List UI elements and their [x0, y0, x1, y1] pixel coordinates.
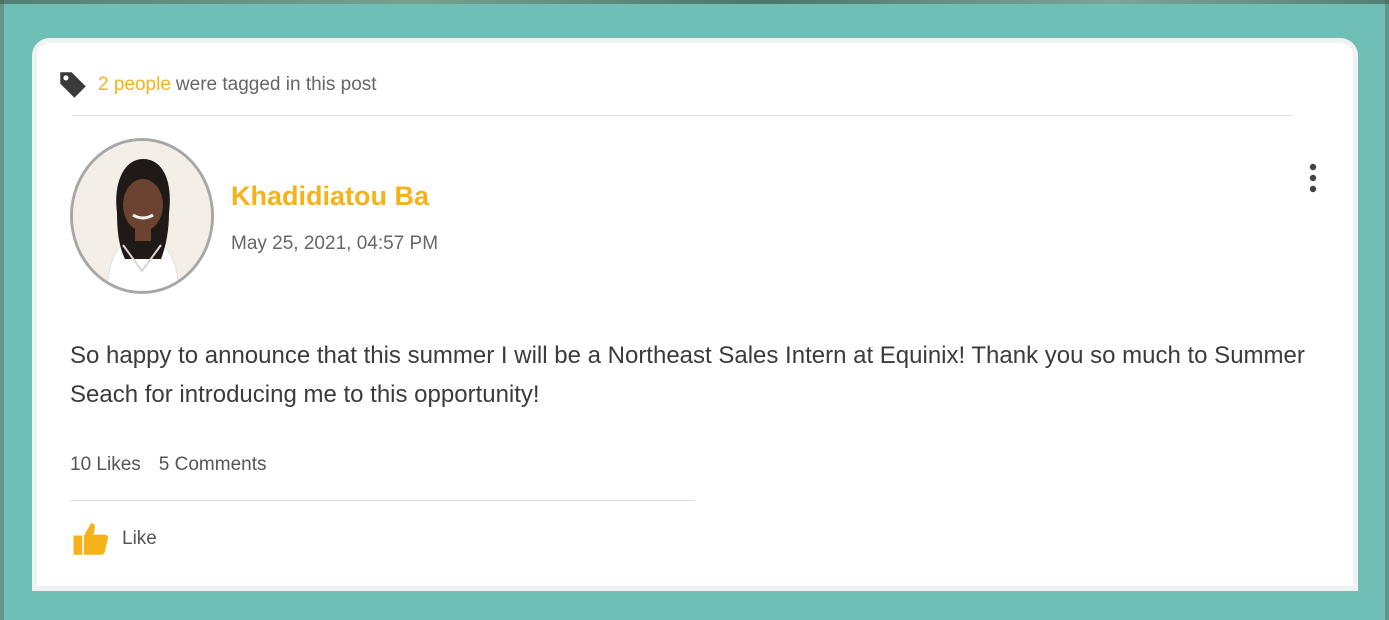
- post-card: 2 people were tagged in this post Khadid…: [32, 38, 1358, 591]
- likes-count[interactable]: 10 Likes: [70, 454, 141, 476]
- more-options-button[interactable]: [1298, 158, 1328, 198]
- avatar-image: [73, 141, 211, 291]
- tagged-people-row: 2 people were tagged in this post: [56, 68, 377, 102]
- background-photo-edge-right: [1385, 0, 1389, 620]
- like-button[interactable]: Like: [70, 518, 157, 560]
- tag-icon: [60, 72, 86, 98]
- background-photo-edge: [0, 0, 1389, 4]
- post-timestamp: May 25, 2021, 04:57 PM: [231, 233, 439, 254]
- thumbs-up-icon: [73, 523, 109, 555]
- author-name[interactable]: Khadidiatou Ba: [231, 181, 429, 212]
- post-stats: 10 Likes 5 Comments: [70, 454, 266, 476]
- more-vertical-icon: [1309, 163, 1317, 193]
- background-photo-edge-left: [0, 0, 4, 620]
- avatar[interactable]: [70, 138, 214, 294]
- like-label: Like: [122, 528, 157, 549]
- divider: [70, 500, 695, 501]
- post-body-text: So happy to announce that this summer I …: [70, 342, 1305, 408]
- divider: [72, 115, 1292, 116]
- comments-count[interactable]: 5 Comments: [159, 454, 267, 476]
- tagged-people-link[interactable]: 2 people: [98, 74, 171, 96]
- tagged-people-text: were tagged in this post: [175, 74, 377, 95]
